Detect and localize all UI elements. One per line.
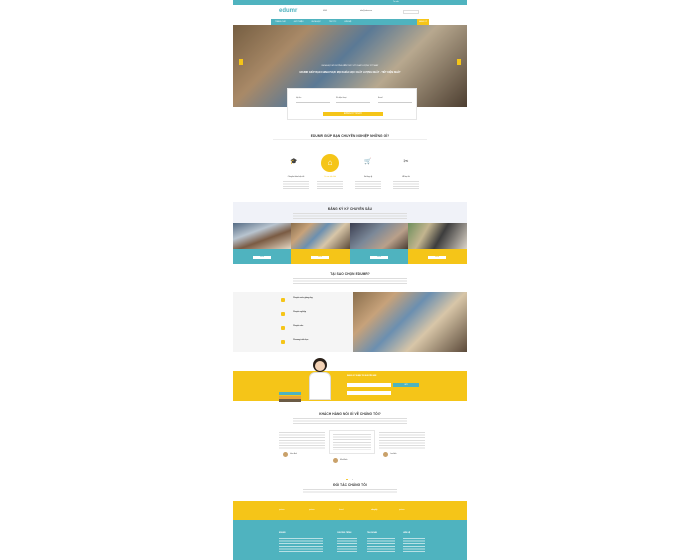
header-email: info@edumr.vn [360, 10, 373, 12]
partner-logo-4[interactable]: shopify [371, 509, 377, 511]
course-card-2: XEM [291, 249, 350, 264]
partners-bar: partner partner brand shopify partner [233, 501, 467, 520]
hero-prev-button[interactable] [239, 59, 243, 65]
why-point-4: Chương trình học [293, 339, 309, 341]
form-label-phone: Số điện thoại [336, 97, 347, 99]
cart-icon: 🛒 [364, 159, 372, 165]
testimonial-name-2: Minh Anh [340, 459, 348, 461]
logo[interactable]: edumr [279, 8, 297, 14]
benefit-label-2: Cơ sở vật chất [324, 176, 336, 178]
nav-items: TRANG CHỦ GIỚI THIỆU KHÓA HỌC TIN TỨC LI… [275, 21, 395, 23]
why-list: Chuyên môn giảng dạy Chuyên nghiệp Chuyê… [233, 292, 353, 352]
graduation-cap-icon: 🎓 [290, 159, 298, 165]
form-label-name: Họ tên [296, 97, 302, 99]
course-image-3[interactable] [350, 223, 408, 249]
top-bar-text: Tư vấn [393, 1, 399, 3]
course-btn-4[interactable]: XEM [428, 256, 446, 259]
testimonial-2 [329, 430, 375, 454]
subscribe-input-2[interactable] [347, 391, 391, 395]
landing-page: Tư vấn edumr 0909 info@edumr.vn TRANG CH… [233, 0, 467, 560]
header: edumr 0909 info@edumr.vn [233, 5, 467, 19]
testimonial-1 [279, 432, 325, 450]
avatar [333, 458, 338, 463]
subscribe-button[interactable]: GỬI [393, 383, 419, 387]
avatar [383, 452, 388, 457]
testimonials-title: KHÁCH HÀNG NÓI GÌ VỀ CHÚNG TÔI? [319, 412, 381, 416]
footer-col-2: CHƯƠNG TRÌNH [337, 532, 352, 534]
nav-about[interactable]: GIỚI THIỆU [294, 21, 304, 23]
course-image-4[interactable] [408, 223, 467, 249]
course-image-1[interactable] [233, 223, 291, 249]
social-icons[interactable] [281, 1, 295, 32]
partner-logo-2[interactable]: partner [309, 509, 315, 511]
benefits-subtitle [283, 142, 417, 144]
course-btn-1[interactable]: XEM [253, 256, 271, 259]
search-input[interactable] [403, 10, 419, 14]
nav-home[interactable]: TRANG CHỦ [275, 21, 286, 23]
avatar [283, 452, 288, 457]
course-image-2[interactable] [291, 223, 350, 249]
course-card-4: XEM [408, 249, 467, 264]
benefit-label-3: Giá hợp lý [363, 176, 373, 178]
check-icon [281, 340, 285, 344]
footer-col-1: EDUMR [279, 532, 286, 534]
partner-logo-3[interactable]: brand [339, 509, 344, 511]
hero-line1: KHÓA HỌC BỒI DƯỠNG KIẾN THỨC VỚI CHẤT LƯ… [321, 65, 379, 67]
course-btn-2[interactable]: XEM [311, 256, 329, 259]
footer-social-icons[interactable] [279, 554, 299, 557]
hero-submit-button[interactable]: ĐĂNG KÝ NGAY [323, 112, 383, 116]
form-label-email: Email [378, 97, 383, 99]
nav-news[interactable]: TIN TỨC [329, 21, 336, 23]
partner-logo-1[interactable]: partner [279, 509, 285, 511]
check-icon [281, 298, 285, 302]
subscribe-banner: ĐĂNG KÝ NHẬN TIN KHUYẾN MÃI GỬI [233, 371, 467, 401]
testimonial-3 [379, 432, 425, 450]
subscribe-input[interactable] [347, 383, 391, 387]
benefit-label-1: Chuyên thảo luận tốt [287, 176, 305, 178]
carousel-dots[interactable] [346, 467, 354, 480]
why-point-1: Chuyên môn giảng dạy [293, 297, 313, 299]
footer: EDUMR CHƯƠNG TRÌNH TÀI KHOẢN LIÊN HỆ [233, 520, 467, 560]
courses-title: ĐĂNG KÝ KỲ CHUYÊN SÂU [327, 207, 373, 211]
check-icon [281, 312, 285, 316]
phone-field[interactable] [336, 102, 370, 103]
testimonial-name-1: Hoa Anh [290, 453, 297, 455]
tools-icon: ✂ [403, 159, 409, 165]
nav-courses[interactable]: KHÓA HỌC [311, 21, 321, 23]
footer-col-3: TÀI KHOẢN [367, 532, 377, 534]
benefits-title: EDUMR GIÚP BẠN CHUYÊN NGHIỆP NHỮNG GÌ? [310, 134, 390, 138]
email-field[interactable] [378, 102, 412, 103]
partners-title: ĐỐI TÁC CHÚNG TÔI [333, 483, 367, 487]
books-stack [279, 392, 301, 402]
why-point-2: Chuyên nghiệp [293, 311, 306, 313]
hero-next-button[interactable] [457, 59, 461, 65]
subscribe-title: ĐĂNG KÝ NHẬN TIN KHUYẾN MÃI [347, 375, 377, 377]
register-form: Họ tên Số điện thoại Email ĐĂNG KÝ NGAY [287, 88, 417, 120]
benefits-row: 🎓 ⌂ 🛒 ✂ Chuyên thảo luận tốt Cơ sở vật c… [281, 152, 421, 194]
course-card-1: XEM [233, 249, 291, 264]
check-icon [281, 326, 285, 330]
course-card-3: XEM [350, 249, 408, 264]
nav-contact[interactable]: LIÊN HỆ [344, 21, 351, 23]
hero-line2: EDUMR GIÚP BẠN CHINH PHỤC MỌI KHÓA HỌC C… [299, 71, 401, 74]
why-title: TẠI SAO CHỌN EDUMR? [330, 272, 370, 276]
header-phone: 0909 [323, 10, 327, 12]
name-field[interactable] [296, 102, 330, 103]
students-photo [353, 292, 467, 352]
home-icon: ⌂ [321, 154, 339, 172]
footer-col-4: LIÊN HỆ [403, 532, 411, 534]
partner-logo-5[interactable]: partner [399, 509, 405, 511]
why-point-3: Chuyên sâu [293, 325, 304, 327]
student-illustration [305, 358, 335, 400]
benefit-label-4: Hỗ trợ tốt [402, 176, 410, 178]
testimonial-name-3: Lan Anh [390, 453, 397, 455]
course-btn-3[interactable]: XEM [370, 256, 388, 259]
